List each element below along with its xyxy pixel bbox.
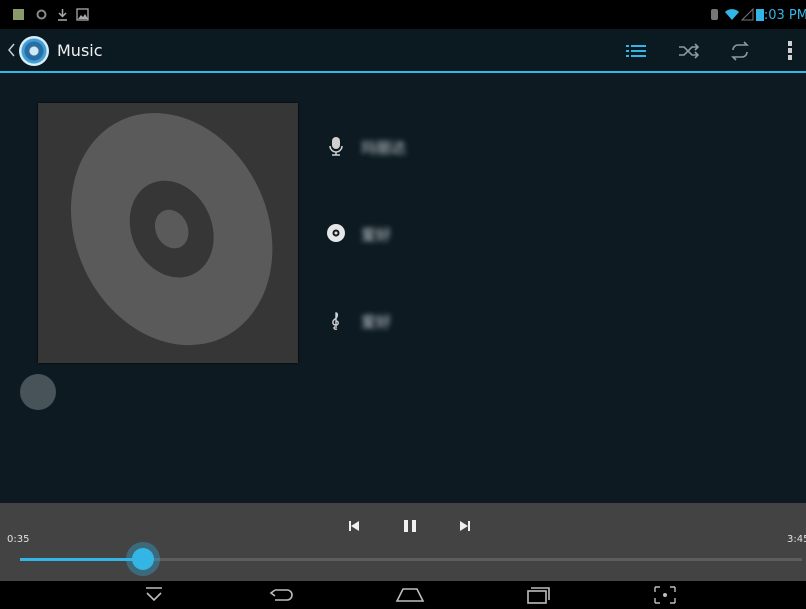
album-name: 爱好 xyxy=(361,226,392,244)
floating-handle[interactable] xyxy=(20,374,56,410)
screenshot-icon[interactable] xyxy=(647,584,683,606)
back-icon[interactable] xyxy=(263,584,299,606)
music-app-logo-icon[interactable] xyxy=(19,36,49,66)
signal-icon xyxy=(741,8,754,21)
image-notification-icon xyxy=(76,8,89,21)
back-chevron-icon[interactable] xyxy=(5,40,19,60)
overflow-menu-icon[interactable] xyxy=(777,38,803,64)
now-playing-panel: 玛丽达 爱好 爱好 xyxy=(0,73,806,503)
status-bar: 2:03 PM xyxy=(0,0,806,29)
microphone-icon xyxy=(329,137,343,156)
page-title: Music xyxy=(57,41,103,60)
total-duration: 3:45 xyxy=(787,534,806,545)
action-bar: Music xyxy=(0,29,806,73)
bluetooth-icon xyxy=(711,9,718,20)
circle-notification-icon xyxy=(36,9,47,20)
next-icon[interactable] xyxy=(452,515,478,537)
repeat-icon[interactable] xyxy=(727,38,753,64)
app-notification-icon xyxy=(13,9,24,20)
wifi-icon xyxy=(725,9,739,20)
cd-disc-icon xyxy=(70,112,273,346)
previous-icon[interactable] xyxy=(341,515,367,537)
status-time: 2:03 PM xyxy=(755,8,806,23)
player-bar: 0:35 3:45 xyxy=(0,503,806,581)
treble-clef-icon xyxy=(332,312,339,330)
pause-icon[interactable] xyxy=(397,515,423,537)
shuffle-icon[interactable] xyxy=(676,38,702,64)
playlist-icon[interactable] xyxy=(623,38,649,64)
seek-progress xyxy=(20,558,143,561)
seek-thumb[interactable] xyxy=(131,548,154,570)
track-title: 爱好 xyxy=(361,313,392,331)
home-icon[interactable] xyxy=(392,584,428,606)
recent-apps-icon[interactable] xyxy=(520,584,556,606)
artist-name: 玛丽达 xyxy=(361,139,407,157)
elapsed-time: 0:35 xyxy=(7,534,30,545)
disc-icon xyxy=(327,224,345,242)
navigation-bar xyxy=(0,581,806,609)
album-art xyxy=(38,103,298,363)
download-icon xyxy=(58,9,67,21)
hide-keyboard-icon[interactable] xyxy=(136,584,172,606)
